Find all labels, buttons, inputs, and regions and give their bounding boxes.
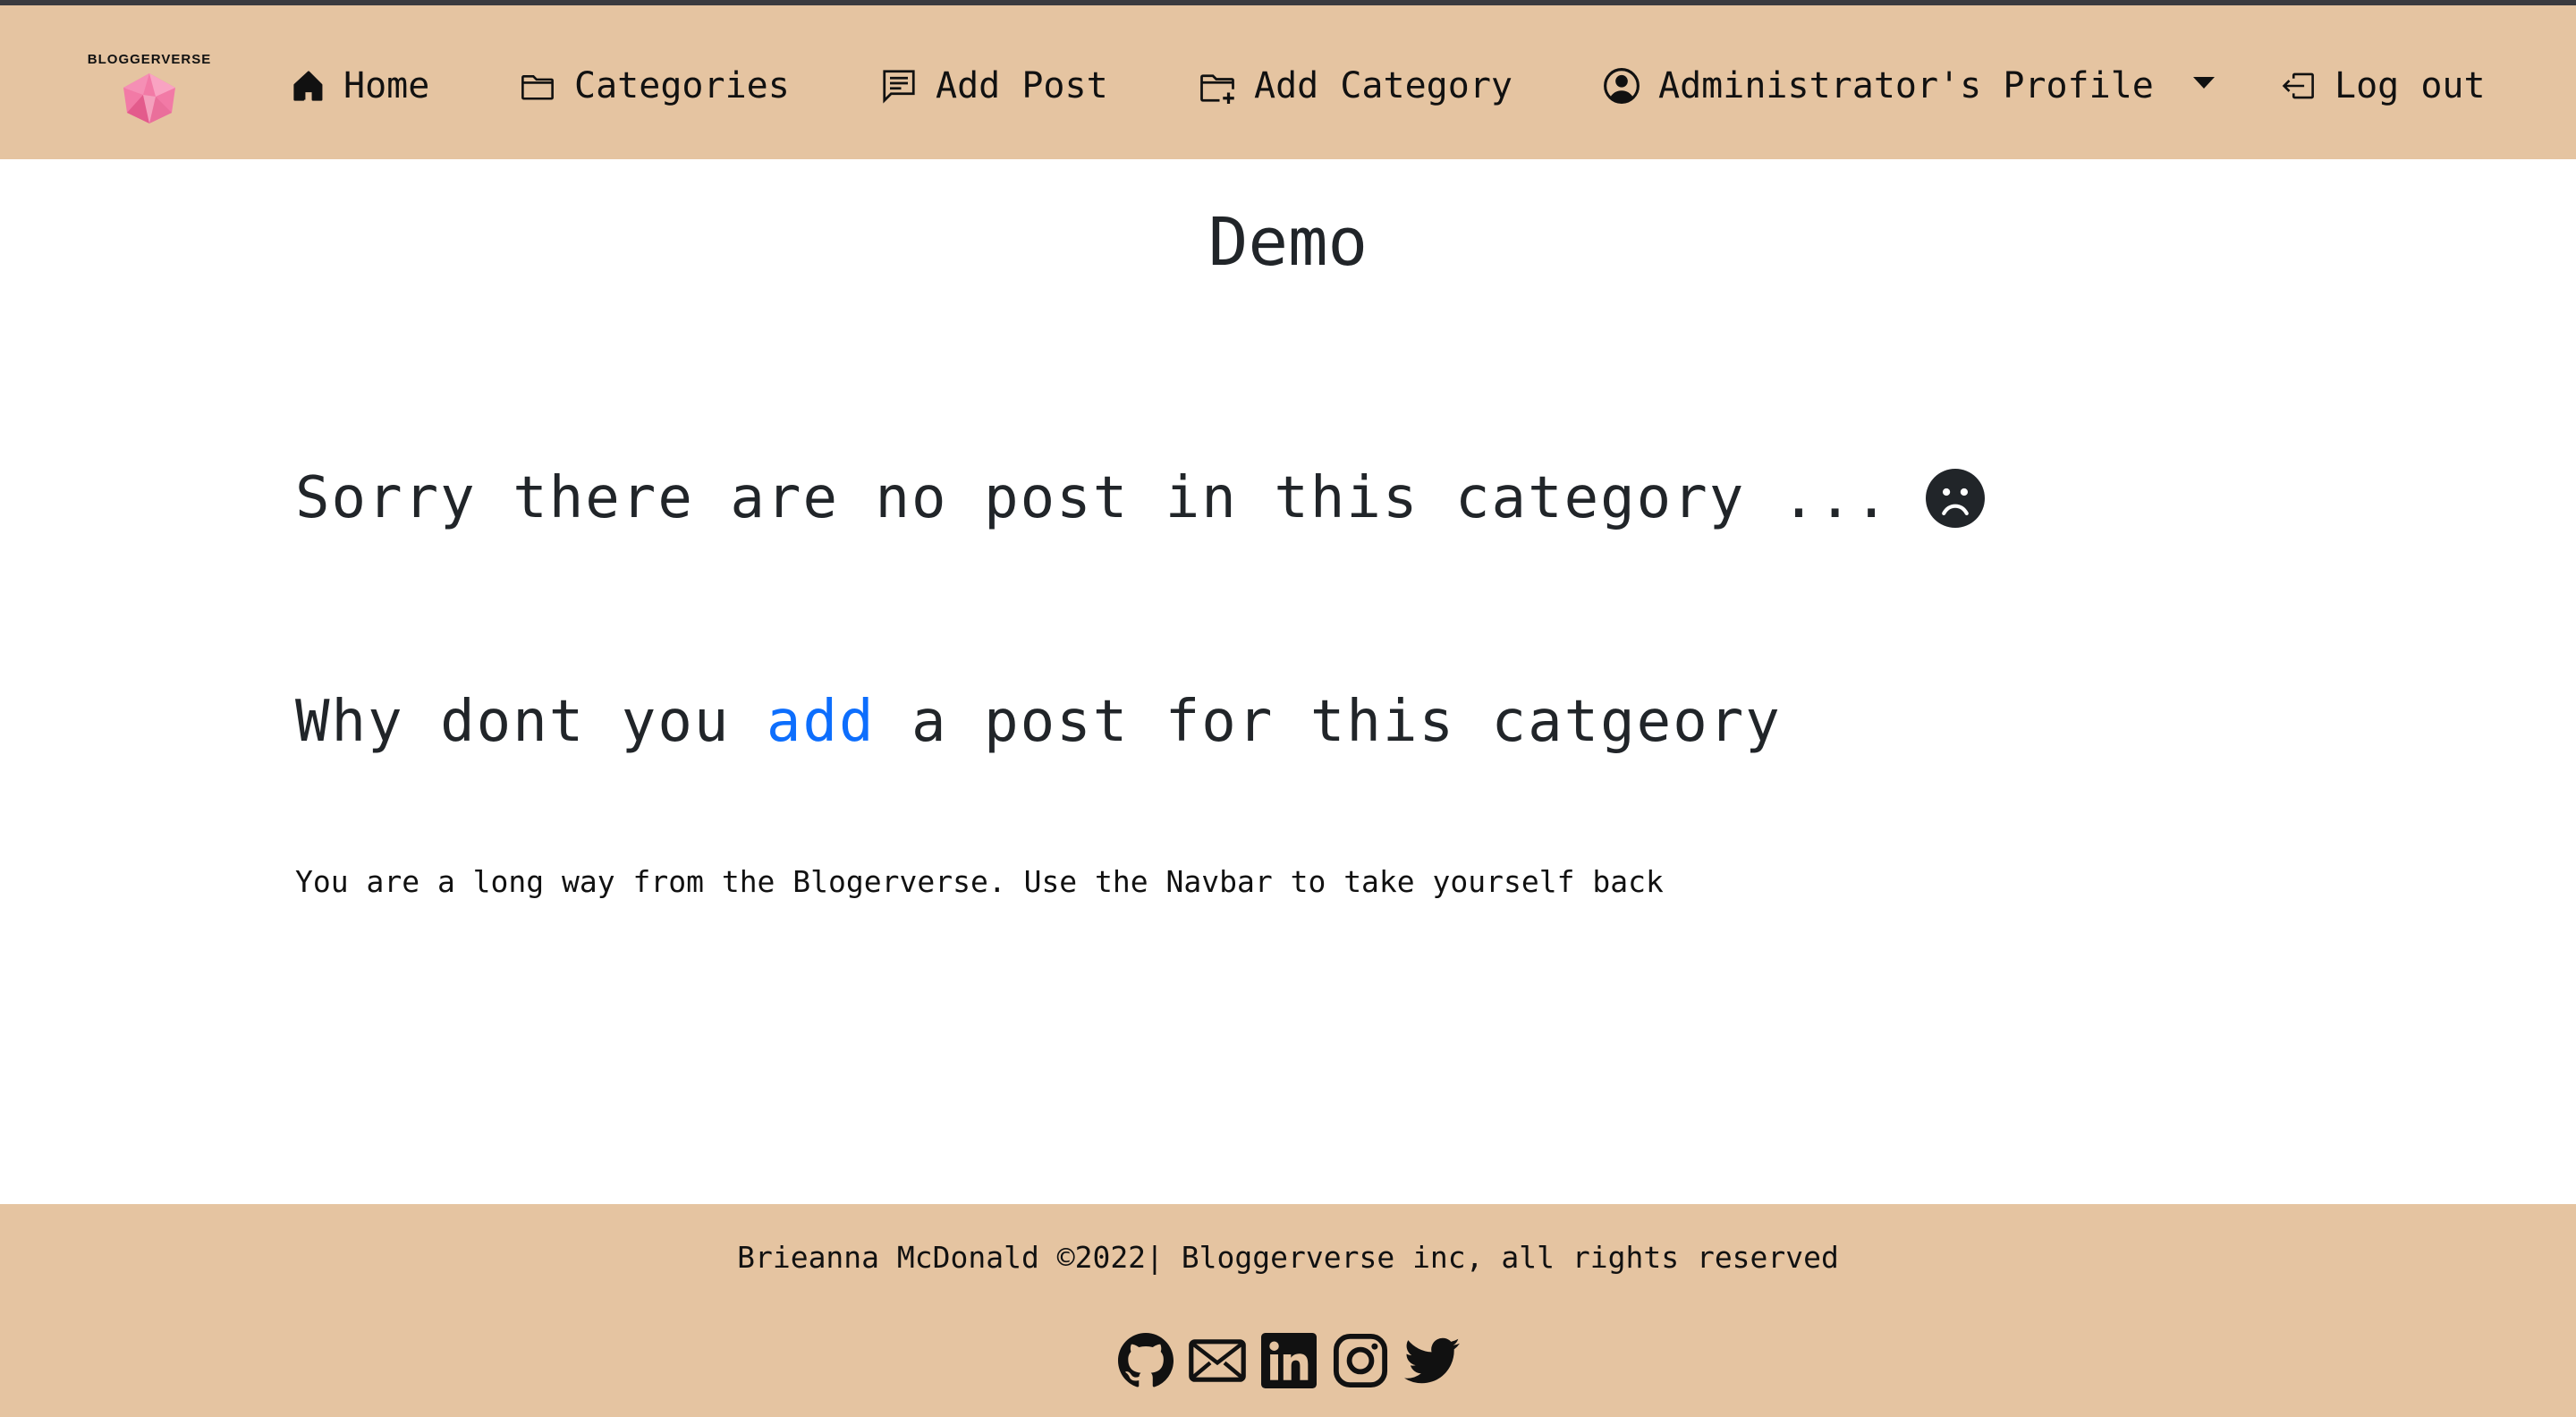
folder-icon [521,75,554,100]
chat-text-icon [883,70,915,104]
nav-add-post[interactable]: Add Post [880,61,1108,111]
copyright-text: Brieanna McDonald ©2022| Bloggerverse in… [737,1240,1839,1275]
box-arrow-left-icon [2282,72,2314,99]
brand-name: BLOGGERVERSE [87,52,212,67]
add-post-link[interactable]: add [767,689,876,755]
navbar: BLOGGERVERSE Home Categories Add Post Ad… [0,5,2576,159]
empty-category-message: Sorry there are no post in this category… [295,465,1986,531]
nav-add-category-label: Add Category [1254,65,1513,106]
nav-logout-label: Log out [2334,65,2486,106]
gem-logo-icon [123,73,175,123]
prompt-text-before: Why dont you [295,689,767,755]
page-title: Demo [1208,204,1368,281]
social-links [1116,1331,1462,1390]
person-circle-icon [1604,68,1640,104]
footer: Brieanna McDonald ©2022| Bloggerverse in… [0,1204,2576,1417]
envelope-icon[interactable] [1188,1331,1247,1390]
house-icon [293,71,323,101]
nav-add-category[interactable]: Add Category [1199,61,1513,111]
nav-home[interactable]: Home [292,61,429,111]
linkedin-icon[interactable] [1259,1331,1318,1390]
nav-profile-dropdown[interactable]: Administrator's Profile [1603,61,2215,111]
github-icon[interactable] [1116,1331,1175,1390]
instagram-icon[interactable] [1331,1331,1390,1390]
nav-home-label: Home [343,65,430,106]
prompt-text-after: a post for this catgeory [875,689,1782,755]
brand-logo[interactable]: BLOGGERVERSE [82,52,216,132]
navbar-hint-text: You are a long way from the Blogerverse.… [295,864,1664,899]
nav-add-post-label: Add Post [936,65,1108,106]
chevron-down-icon [2192,76,2215,89]
nav-logout[interactable]: Log out [2279,61,2486,111]
nav-categories-label: Categories [574,65,790,106]
add-post-prompt: Why dont you add a post for this catgeor… [295,689,1782,755]
nav-categories[interactable]: Categories [519,61,790,111]
nav-profile-label: Administrator's Profile [1658,65,2154,106]
folder-plus-icon [1200,74,1234,104]
twitter-icon[interactable] [1402,1331,1462,1390]
empty-message-text: Sorry there are no post in this category… [295,465,1891,531]
frown-face-icon [1926,469,1986,528]
